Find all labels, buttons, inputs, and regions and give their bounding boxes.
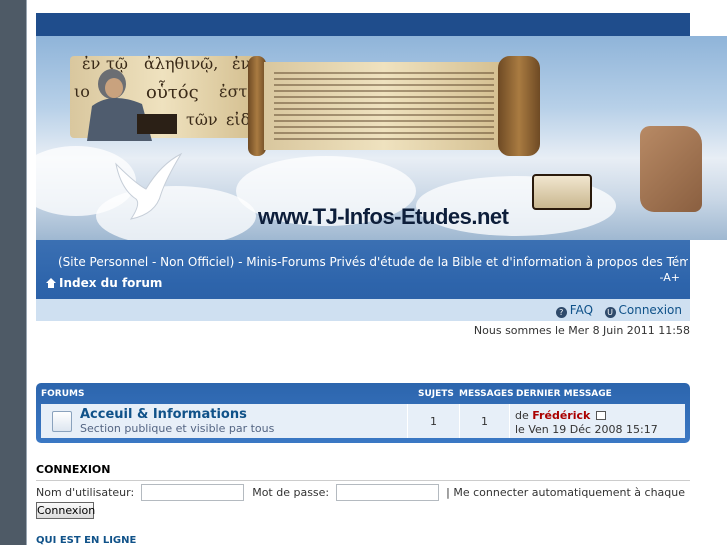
header-top-bar — [36, 13, 690, 36]
site-banner: ἐν τῷ ἀληθινῷ, ἐν οὗτός ἐστ τῶν εἰδ ιο w… — [36, 36, 727, 240]
login-link[interactable]: U Connexion — [604, 303, 683, 318]
login-heading: CONNEXION — [36, 463, 690, 481]
header-forums: FORUMS — [41, 389, 85, 399]
header-last-post: DERNIER MESSAGE — [516, 389, 612, 399]
password-field[interactable] — [335, 484, 439, 501]
topics-count: 1 — [430, 415, 437, 428]
clay-tablet — [640, 126, 702, 212]
last-post-by: de Frédérick — [515, 409, 606, 422]
index-link[interactable]: Index du forum — [46, 276, 162, 290]
posts-count: 1 — [481, 415, 488, 428]
forum-row: Acceuil & Informations Section publique … — [41, 404, 685, 438]
dove-image — [115, 152, 183, 220]
question-icon: ? — [555, 307, 567, 318]
view-latest-post-icon[interactable] — [595, 411, 606, 420]
scroll-roll-right — [498, 56, 540, 156]
faq-link[interactable]: ? FAQ — [555, 303, 594, 318]
site-description: (Site Personnel - Non Officiel) - Minis-… — [58, 255, 688, 269]
who-is-online-heading: QUI EST EN LIGNE — [36, 535, 137, 545]
login-submit-button[interactable]: Connexion — [36, 502, 95, 519]
login-label: Connexion — [618, 303, 683, 317]
header-posts: MESSAGES — [459, 389, 514, 399]
navbar-bottom: ? FAQ U Connexion — [36, 299, 690, 321]
home-icon — [46, 278, 56, 288]
last-post-time: le Ven 19 Déc 2008 15:17 — [515, 423, 658, 436]
current-date: Nous sommes le Mer 8 Juin 2011 11:58 — [473, 324, 690, 337]
site-url: www.TJ-Infos-Etudes.net — [258, 204, 509, 229]
forum-table: FORUMS SUJETS MESSAGES DERNIER MESSAGE A… — [36, 383, 690, 443]
header-nav: (Site Personnel - Non Officiel) - Minis-… — [36, 240, 690, 321]
header-topics: SUJETS — [418, 389, 454, 399]
scribe-figure — [87, 69, 177, 141]
greek-word: εἰδ — [226, 110, 251, 129]
book-image — [532, 174, 592, 210]
font-resize-control[interactable]: -A+ — [660, 271, 680, 284]
username-label: Nom d'utilisateur: — [36, 486, 135, 499]
power-icon: U — [604, 307, 616, 318]
greek-word: τῶν — [186, 110, 218, 129]
forum-title-link[interactable]: Acceuil & Informations — [80, 407, 247, 422]
last-post-prefix: de — [515, 409, 529, 422]
forum-read-icon — [52, 411, 72, 432]
nav-right-links: ? FAQ U Connexion — [555, 303, 683, 318]
last-post-author[interactable]: Frédérick — [532, 409, 590, 422]
username-field[interactable] — [140, 484, 244, 501]
forum-description: Section publique et visible par tous — [80, 422, 275, 435]
greek-word: ἐστ — [219, 82, 248, 101]
password-label: Mot de passe: — [252, 486, 330, 499]
login-form: Nom d'utilisateur: Mot de passe: | Me co… — [36, 484, 696, 515]
index-link-label: Index du forum — [59, 276, 163, 290]
faq-label: FAQ — [569, 303, 594, 317]
